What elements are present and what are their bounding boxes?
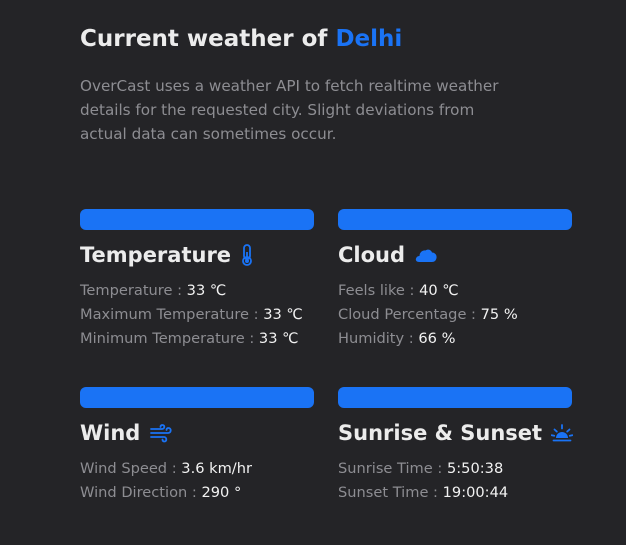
row-value: 75 % (480, 306, 518, 323)
wind-card-title: Wind (80, 421, 141, 445)
wind-rows: Wind Speed : 3.6 km/hr Wind Direction : … (80, 457, 314, 505)
feels-like-row: Feels like : 40 ℃ (338, 279, 572, 303)
row-separator: : (172, 282, 187, 299)
temperature-card-bar (80, 209, 314, 230)
sun-card-heading: Sunrise & Sunset (338, 418, 574, 448)
wind-speed-row: Wind Speed : 3.6 km/hr (80, 457, 314, 481)
row-separator: : (432, 460, 447, 477)
cloud-card: Cloud Feels like : 40 ℃ Cloud Percentage… (338, 209, 572, 351)
row-value: 40 ℃ (419, 282, 459, 299)
sunset-time-row: Sunset Time : 19:00:44 (338, 481, 572, 505)
row-label: Sunset Time (338, 484, 429, 501)
row-label: Feels like (338, 282, 405, 299)
row-value: 33 ℃ (186, 282, 227, 299)
row-label: Sunrise Time (338, 460, 433, 477)
wind-icon (149, 423, 173, 443)
row-value: 66 % (418, 330, 456, 347)
sun-rows: Sunrise Time : 5:50:38 Sunset Time : 19:… (338, 457, 572, 505)
weather-page: Current weather of Delhi OverCast uses a… (0, 0, 626, 545)
wind-card-bar (80, 387, 314, 408)
row-separator: : (466, 306, 481, 323)
cloud-card-title: Cloud (338, 243, 406, 267)
cloud-percentage-row: Cloud Percentage : 75 % (338, 303, 572, 327)
row-separator: : (244, 330, 259, 347)
cloud-card-bar (338, 209, 572, 230)
sun-card-title: Sunrise & Sunset (338, 421, 543, 445)
page-title: Current weather of Delhi (80, 26, 402, 52)
row-label: Wind Speed (80, 460, 168, 477)
thermometer-icon (240, 243, 254, 267)
wind-card-heading: Wind (80, 418, 314, 448)
row-value: 19:00:44 (442, 484, 509, 501)
row-value: 33 ℃ (258, 330, 299, 347)
row-label: Humidity (338, 330, 405, 347)
row-separator: : (404, 330, 419, 347)
cloud-rows: Feels like : 40 ℃ Cloud Percentage : 75 … (338, 279, 572, 351)
row-separator: : (187, 484, 202, 501)
row-value: 33 ℃ (263, 306, 303, 323)
sunrise-icon (551, 422, 574, 444)
row-label: Wind Direction (80, 484, 188, 501)
cloud-icon (414, 246, 438, 264)
wind-direction-row: Wind Direction : 290 ° (80, 481, 314, 505)
row-separator: : (428, 484, 443, 501)
intro-text: OverCast uses a weather API to fetch rea… (80, 77, 499, 143)
temperature-rows: Temperature : 33 ℃ Maximum Temperature :… (80, 279, 314, 351)
row-label: Temperature (80, 282, 173, 299)
min-temperature-row: Minimum Temperature : 33 ℃ (80, 327, 314, 351)
row-separator: : (167, 460, 182, 477)
row-value: 3.6 km/hr (181, 460, 252, 477)
temperature-card-title: Temperature (80, 243, 232, 267)
city-name: Delhi (335, 26, 403, 52)
sun-card: Sunrise & Sunset Sunrise Time : 5:50:38 … (338, 387, 574, 505)
cloud-card-heading: Cloud (338, 240, 572, 270)
temperature-card: Temperature Temperature : 33 ℃ Maximum T… (80, 209, 314, 351)
page-title-prefix: Current weather of (80, 26, 328, 52)
row-value: 290 ° (201, 484, 242, 501)
row-separator: : (404, 282, 420, 299)
row-label: Cloud Percentage (338, 306, 467, 323)
row-separator: : (249, 306, 264, 323)
sunrise-time-row: Sunrise Time : 5:50:38 (338, 457, 572, 481)
humidity-row: Humidity : 66 % (338, 327, 572, 351)
temperature-card-heading: Temperature (80, 240, 314, 270)
sun-card-bar (338, 387, 572, 408)
wind-card: Wind Wind Speed : 3.6 km/hr Wind Directi… (80, 387, 314, 505)
row-label: Maximum Temperature (80, 306, 249, 323)
row-value: 5:50:38 (446, 460, 504, 477)
max-temperature-row: Maximum Temperature : 33 ℃ (80, 303, 314, 327)
temperature-row: Temperature : 33 ℃ (80, 279, 314, 303)
row-label: Minimum Temperature (80, 330, 245, 347)
